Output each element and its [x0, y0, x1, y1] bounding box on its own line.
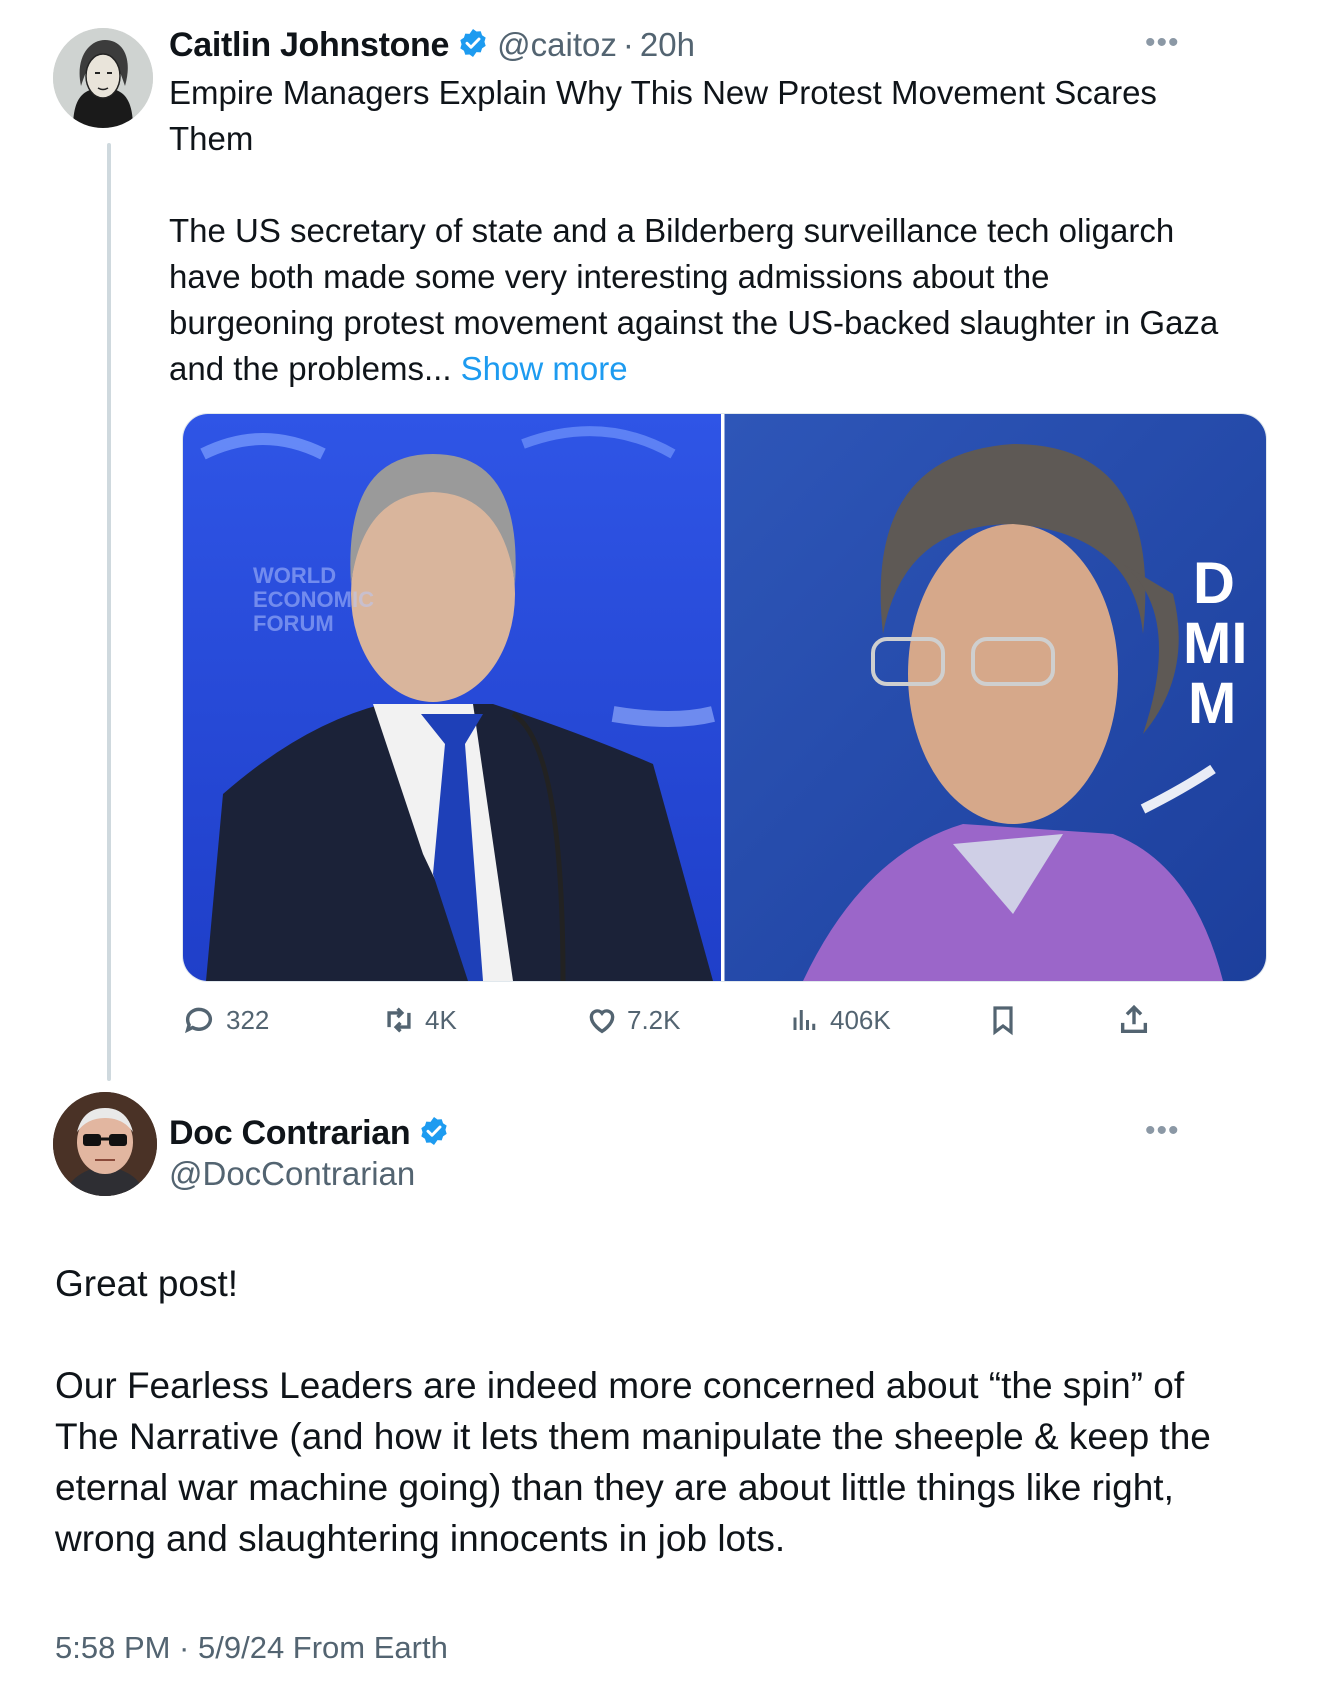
show-more-link[interactable]: Show more — [461, 350, 628, 387]
reply-text-line: Great post! — [55, 1263, 239, 1304]
media-backdrop-letter: MI — [1183, 611, 1248, 676]
reply-author-handle[interactable]: @DocContrarian — [169, 1155, 415, 1193]
reply-author-avatar[interactable] — [53, 1092, 157, 1196]
tweet-title-line: Empire Managers Explain Why This New Pro… — [169, 74, 1157, 111]
media-backdrop-letter: D — [1193, 551, 1235, 616]
reply-count: 322 — [226, 1004, 270, 1035]
tweet-body: The US secretary of state and a Bilderbe… — [169, 208, 1279, 392]
tweet-body-line: burgeoning protest movement against the … — [169, 304, 1219, 341]
views-icon — [793, 1010, 816, 1030]
reply-author-name[interactable]: Doc Contrarian — [169, 1114, 411, 1153]
reply-timestamp[interactable]: 5:58 PM · 5/9/24 From Earth — [55, 1630, 448, 1666]
more-options-icon[interactable]: ••• — [1145, 1114, 1180, 1148]
views-count: 406K — [830, 1004, 891, 1035]
share-button[interactable] — [1117, 1000, 1151, 1040]
reply-text-line: Our Fearless Leaders are indeed more con… — [55, 1365, 1185, 1406]
views-action[interactable]: 406K — [790, 1000, 891, 1040]
tweet-body-line: The US secretary of state and a Bilderbe… — [169, 212, 1175, 249]
reply-text-line: eternal war machine going) than they are… — [55, 1467, 1174, 1508]
repost-action[interactable]: 4K — [381, 1000, 457, 1040]
verified-badge-icon — [418, 1115, 450, 1152]
author-handle[interactable]: @caitoz — [497, 26, 617, 64]
author-name[interactable]: Caitlin Johnstone — [169, 26, 449, 65]
thread-connector-line — [107, 143, 111, 1081]
like-action[interactable]: 7.2K — [585, 1000, 681, 1040]
author-avatar[interactable] — [53, 28, 153, 128]
heart-icon — [589, 1009, 615, 1034]
avatar-illustration — [53, 28, 153, 128]
like-count: 7.2K — [627, 1004, 681, 1035]
tweet-time[interactable]: 20h — [640, 26, 695, 64]
bookmark-icon — [993, 1006, 1013, 1036]
tweet-title-line: Them — [169, 120, 254, 157]
tweet-body-line: have both made some very interesting adm… — [169, 258, 1050, 295]
tweet-header: Caitlin Johnstone @caitoz · 20h — [169, 22, 695, 68]
reply-avatar-illustration — [53, 1092, 157, 1196]
reply-text-line: The Narrative (and how it lets them mani… — [55, 1416, 1211, 1457]
repost-count: 4K — [425, 1004, 457, 1035]
reply-text-line: wrong and slaughtering innocents in job … — [55, 1518, 786, 1559]
reply-action[interactable]: 322 — [182, 1000, 269, 1040]
reply-icon — [185, 1007, 213, 1034]
tweet-body-tail: and the problems... — [169, 350, 452, 387]
header-separator: · — [622, 26, 634, 63]
tweet-body-line: and the problems... Show more — [169, 346, 1279, 392]
reply-body: Great post! Our Fearless Leaders are ind… — [55, 1258, 1295, 1564]
media-backdrop-letter: M — [1188, 671, 1237, 736]
verified-badge-icon — [457, 27, 489, 64]
bookmark-button[interactable] — [987, 1000, 1019, 1040]
repost-icon — [387, 1007, 411, 1033]
media-photos — [183, 414, 1266, 981]
more-options-icon[interactable]: ••• — [1145, 26, 1180, 60]
share-icon — [1120, 1004, 1148, 1034]
media-backdrop-text-left: WORLD ECONOMIC FORUM — [253, 563, 374, 636]
tweet-media-grid[interactable]: WORLD ECONOMIC FORUM D MI M — [182, 413, 1267, 982]
tweet-title: Empire Managers Explain Why This New Pro… — [169, 70, 1269, 162]
reply-header: Doc Contrarian — [169, 1110, 450, 1156]
